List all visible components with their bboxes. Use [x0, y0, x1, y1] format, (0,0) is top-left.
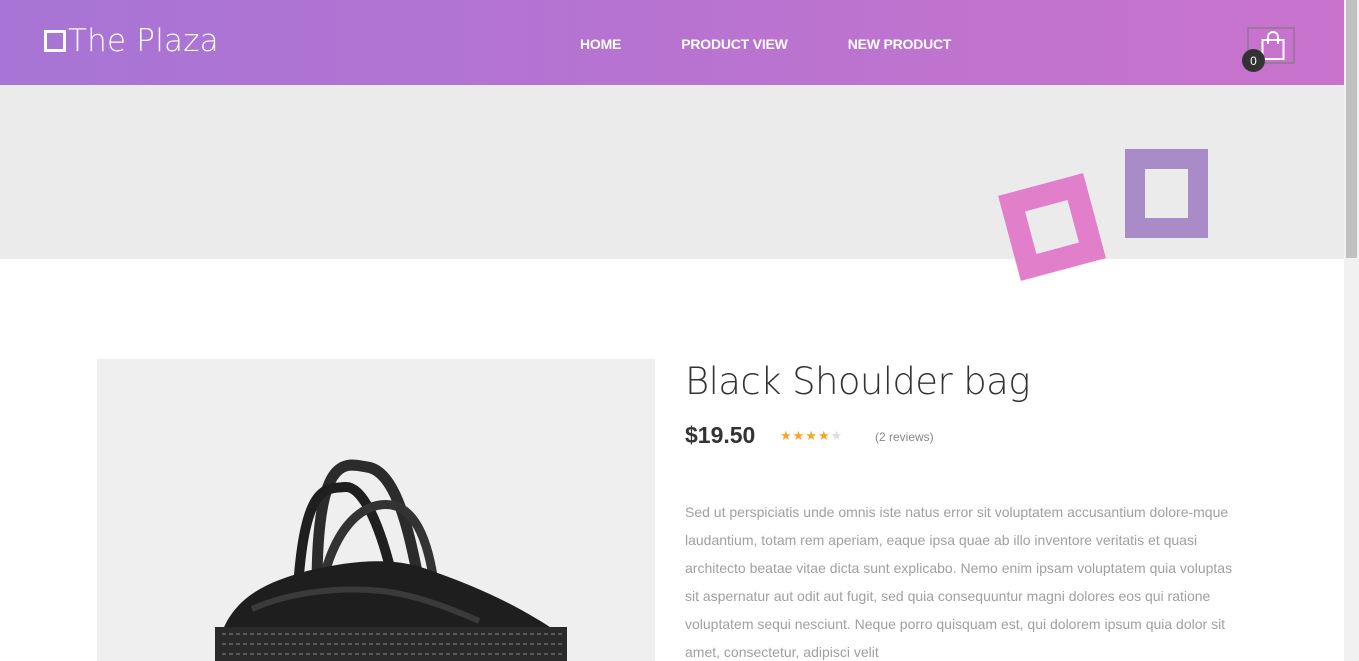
logo-square-icon	[44, 30, 66, 52]
product-title: Black Shoulder bag	[685, 360, 1030, 403]
logo-text: The Plaza	[68, 23, 219, 59]
product-price: $19.50	[685, 422, 756, 448]
star-icon: ★	[792, 428, 805, 443]
main-nav: HOME PRODUCT VIEW NEW PRODUCT	[580, 36, 1011, 52]
star-icon: ★	[830, 428, 843, 443]
star-icon: ★	[817, 428, 830, 443]
decorative-square-purple	[1125, 149, 1208, 238]
site-logo[interactable]: The Plaza	[44, 23, 219, 59]
bag-image	[215, 459, 567, 661]
star-icon: ★	[805, 428, 817, 443]
site-header: The Plaza HOME PRODUCT VIEW NEW PRODUCT …	[0, 0, 1344, 85]
cart-button[interactable]: 0	[1242, 27, 1295, 72]
star-icon: ★	[780, 428, 792, 443]
nav-product-view[interactable]: PRODUCT VIEW	[681, 36, 788, 52]
nav-new-product[interactable]: NEW PRODUCT	[848, 36, 952, 52]
nav-home[interactable]: HOME	[580, 36, 621, 52]
rating-stars: ★ ★ ★ ★ ★	[780, 428, 843, 444]
scrollbar-thumb[interactable]	[1346, 0, 1357, 258]
product-description: Sed ut perspiciatis unde omnis iste natu…	[685, 504, 1233, 660]
product-image[interactable]	[97, 359, 655, 661]
cart-count-badge: 0	[1242, 49, 1265, 72]
review-count-link[interactable]: (2 reviews)	[875, 430, 934, 444]
page-scrollbar[interactable]	[1344, 0, 1359, 661]
